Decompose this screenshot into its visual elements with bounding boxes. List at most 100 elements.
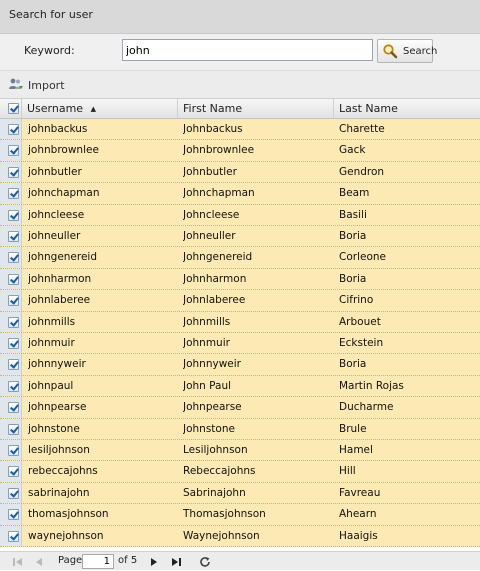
first-name-cell: Johngenereid <box>183 251 253 264</box>
column-header-label: Last Name <box>339 102 398 115</box>
row-checkbox[interactable] <box>8 316 19 328</box>
first-name-cell: Johnmills <box>183 315 231 328</box>
last-name-cell: Hill <box>339 465 356 478</box>
pager: Page of 5 <box>0 551 480 570</box>
column-header-username[interactable]: Username ▲ <box>22 99 178 118</box>
row-select-cell <box>0 268 22 290</box>
search-button-label: Search <box>403 45 438 57</box>
search-button[interactable]: Search <box>377 39 437 63</box>
table-row[interactable]: johnbutler Johnbutler Gendron <box>0 161 480 184</box>
first-name-cell: John Paul <box>183 379 232 392</box>
row-select-cell <box>0 397 22 418</box>
import-button[interactable]: Import <box>8 77 65 94</box>
row-checkbox[interactable] <box>8 188 19 200</box>
first-name-cell: Johneuller <box>183 230 236 242</box>
last-name-cell: Gendron <box>339 165 385 178</box>
row-checkbox[interactable] <box>8 487 19 499</box>
last-name-cell: Martin Rojas <box>339 379 404 392</box>
row-checkbox[interactable] <box>8 423 19 435</box>
row-checkbox[interactable] <box>8 359 19 371</box>
row-select-cell <box>0 461 22 482</box>
grid-toolbar: Import <box>0 70 480 98</box>
row-checkbox[interactable] <box>8 124 19 135</box>
column-header-last-name[interactable]: Last Name <box>334 99 480 118</box>
username-cell: johnharmon <box>28 272 92 285</box>
row-select-cell <box>0 440 22 461</box>
table-row[interactable]: johneuller Johneuller Boria <box>0 226 480 248</box>
first-name-cell: Johncleese <box>183 208 240 221</box>
row-checkbox[interactable] <box>8 530 19 542</box>
refresh-icon[interactable] <box>199 556 211 568</box>
row-select-cell <box>0 226 22 247</box>
row-checkbox[interactable] <box>8 445 19 456</box>
page-number-input[interactable] <box>82 554 114 569</box>
row-checkbox[interactable] <box>8 231 19 242</box>
row-checkbox[interactable] <box>8 295 19 307</box>
username-cell: lesiljohnson <box>28 444 90 456</box>
first-page-icon[interactable] <box>12 556 24 568</box>
row-checkbox[interactable] <box>8 252 19 264</box>
first-name-cell: Thomasjohnson <box>183 508 266 521</box>
row-checkbox[interactable] <box>8 209 19 221</box>
row-checkbox[interactable] <box>8 273 19 285</box>
table-row[interactable]: lesiljohnson Lesiljohnson Hamel <box>0 440 480 462</box>
last-name-cell: Ducharme <box>339 401 394 414</box>
first-name-cell: Johnbrownlee <box>183 144 255 157</box>
search-bar: Keyword: Search <box>0 34 480 70</box>
table-row[interactable]: johnlaberee Johnlaberee Cifrino <box>0 290 480 312</box>
row-select-cell <box>0 504 22 525</box>
column-header-first-name[interactable]: First Name <box>178 99 334 118</box>
first-name-cell: Waynejohnson <box>183 529 260 542</box>
table-row[interactable]: thomasjohnson Thomasjohnson Ahearn <box>0 504 480 526</box>
last-name-cell: Arbouet <box>339 315 381 328</box>
row-checkbox[interactable] <box>8 166 19 178</box>
table-row[interactable]: johnmills Johnmills Arbouet <box>0 311 480 333</box>
username-cell: johnmills <box>28 315 76 328</box>
row-checkbox[interactable] <box>8 380 19 392</box>
last-page-icon[interactable] <box>170 556 182 568</box>
table-row[interactable]: johnstone Johnstone Brule <box>0 418 480 440</box>
row-checkbox[interactable] <box>8 466 19 478</box>
username-cell: johneuller <box>28 230 81 242</box>
table-row[interactable]: johngenereid Johngenereid Corleone <box>0 247 480 269</box>
table-row[interactable]: johnpearse Johnpearse Ducharme <box>0 397 480 419</box>
username-cell: sabrinajohn <box>28 486 90 499</box>
row-checkbox[interactable] <box>8 509 19 521</box>
row-select-cell <box>0 161 22 183</box>
last-name-cell: Eckstein <box>339 337 384 349</box>
page-label: Page <box>58 555 83 566</box>
row-select-cell <box>0 354 22 375</box>
row-checkbox[interactable] <box>8 145 19 157</box>
row-select-cell <box>0 204 22 225</box>
table-row[interactable]: sabrinajohn Sabrinajohn Favreau <box>0 482 480 505</box>
row-checkbox[interactable] <box>8 402 19 414</box>
table-row[interactable]: johnmuir Johnmuir Eckstein <box>0 333 480 355</box>
table-row[interactable]: johnharmon Johnharmon Boria <box>0 268 480 291</box>
table-row[interactable]: johnnyweir Johnnyweir Boria <box>0 354 480 376</box>
table-row[interactable]: rebeccajohns Rebeccajohns Hill <box>0 461 480 483</box>
table-row[interactable]: waynejohnson Waynejohnson Haaigis <box>0 525 480 547</box>
table-row[interactable]: johnbackus Johnbackus Charette <box>0 119 480 141</box>
panel-header: Search for user <box>0 0 480 34</box>
first-name-cell: Johnchapman <box>183 187 255 200</box>
table-row[interactable]: johnchapman Johnchapman Beam <box>0 183 480 205</box>
first-name-cell: Johnnyweir <box>183 358 241 371</box>
username-cell: thomasjohnson <box>28 508 109 521</box>
keyword-label: Keyword: <box>24 44 75 57</box>
last-name-cell: Haaigis <box>339 529 378 542</box>
table-row[interactable]: johnbrownlee Johnbrownlee Gack <box>0 140 480 162</box>
table-row[interactable]: johnpaul John Paul Martin Rojas <box>0 375 480 398</box>
previous-page-icon[interactable] <box>33 556 45 568</box>
row-checkbox[interactable] <box>8 338 19 349</box>
table-row[interactable]: johncleese Johncleese Basili <box>0 204 480 226</box>
panel-title: Search for user <box>9 8 93 21</box>
select-all-checkbox[interactable] <box>8 103 19 114</box>
keyword-input[interactable] <box>122 39 373 61</box>
first-name-cell: Johnlaberee <box>183 294 246 307</box>
row-select-cell <box>0 418 22 439</box>
username-cell: rebeccajohns <box>28 465 98 478</box>
page-count-label: of 5 <box>118 555 138 566</box>
next-page-icon[interactable] <box>148 556 160 568</box>
row-select-cell <box>0 482 22 504</box>
last-name-cell: Boria <box>339 272 367 285</box>
